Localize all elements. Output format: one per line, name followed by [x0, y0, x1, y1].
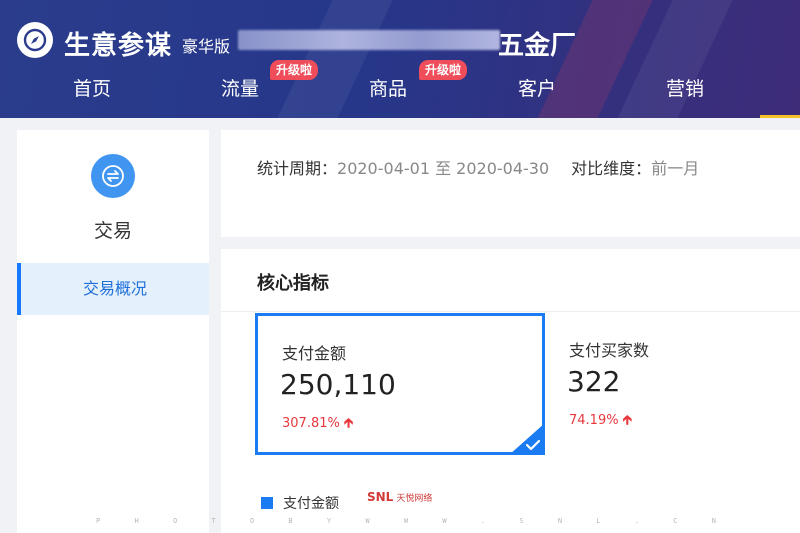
app-title: 生意参谋 [64, 31, 173, 61]
period-label: 统计周期： [257, 159, 338, 178]
watermark-text: P H O T O B Y W W W. S N L. C N [96, 517, 716, 525]
watermark-letter: B [288, 517, 293, 525]
watermark-letter: O [249, 517, 255, 525]
arrow-up-icon: 🡱 [343, 416, 354, 431]
shop-name-redacted [238, 30, 500, 50]
edition-label: 豪华版 [182, 37, 231, 56]
watermark-letter: C [673, 517, 678, 525]
divider [221, 311, 800, 312]
watermark-letter: . [480, 517, 486, 525]
filter-panel: 统计周期：2020-04-01 至 2020-04-30 对比维度：前一月 [221, 130, 800, 237]
period-value[interactable]: 2020-04-01 至 2020-04-30 [337, 159, 549, 178]
change-percent: 74.19% [569, 413, 619, 428]
sidebar: 交易 交易概况 [17, 130, 209, 533]
shop-name-suffix: 五金厂 [498, 31, 577, 61]
metric-value: 250,110 [280, 368, 396, 401]
watermark-logo-text: SNL [367, 490, 394, 504]
watermark-letter: W [403, 517, 409, 525]
sidebar-item-transaction-overview[interactable]: 交易概况 [17, 263, 209, 315]
metric-change: 307.81% 🡱 [282, 414, 353, 436]
metric-value: 322 [567, 365, 621, 398]
watermark-logo: SNL 天悦网络 [367, 490, 432, 504]
watermark-letter: P [96, 517, 101, 525]
exchange-icon [91, 154, 135, 198]
metric-label: 支付买家数 [569, 341, 650, 360]
watermark-letter: T [211, 517, 216, 525]
nav-tab-customers[interactable]: 客户 [497, 74, 577, 102]
metric-card-payment-amount[interactable]: 支付金额 250,110 307.81% 🡱 [255, 313, 545, 455]
nav-tab-marketing[interactable]: 营销 [645, 74, 725, 102]
upgrade-badge: 升级啦 [270, 60, 319, 80]
watermark-letter: L [596, 517, 601, 525]
change-percent: 307.81% [282, 416, 340, 431]
core-metrics-panel: 核心指标 支付金额 250,110 307.81% 🡱 支付买家数 322 74.… [221, 249, 800, 533]
check-icon [509, 423, 545, 455]
active-tab-underline [760, 115, 800, 118]
watermark-letter: Y [326, 517, 332, 525]
watermark-letter: S [519, 517, 524, 525]
filter-row: 统计周期：2020-04-01 至 2020-04-30 对比维度：前一月 [257, 155, 699, 179]
metric-label: 支付金额 [282, 344, 347, 363]
watermark-letter: W [442, 517, 447, 525]
nav-tab-products[interactable]: 商品 [348, 74, 428, 102]
watermark-letter: . [634, 517, 639, 525]
watermark-letter: O [172, 517, 178, 525]
legend-swatch [261, 497, 273, 509]
compass-icon[interactable] [17, 22, 53, 58]
metric-change: 74.19% 🡱 [569, 411, 632, 433]
watermark-logo-sub: 天悦网络 [396, 494, 433, 504]
metrics-title: 核心指标 [257, 273, 329, 294]
compare-label: 对比维度： [571, 159, 652, 178]
upgrade-badge: 升级啦 [419, 60, 468, 80]
watermark-letter: H [134, 517, 139, 525]
watermark-letter: N [711, 517, 716, 525]
chart-legend[interactable]: 支付金额 [261, 493, 339, 513]
top-header: 生意参谋 豪华版 五金厂 首页 流量 升级啦 商品 升级啦 客户 营销 [0, 0, 800, 118]
compare-value[interactable]: 前一月 [651, 159, 699, 178]
watermark-letter: N [557, 517, 563, 525]
watermark-letter: W [365, 517, 370, 525]
metric-card-paying-buyers[interactable]: 支付买家数 322 74.19% 🡱 [551, 313, 800, 455]
section-title: 交易 [93, 220, 132, 242]
nav-tab-home[interactable]: 首页 [52, 74, 132, 102]
nav-tab-traffic[interactable]: 流量 [200, 74, 280, 102]
legend-label: 支付金额 [283, 496, 339, 512]
arrow-up-icon: 🡱 [622, 413, 632, 428]
